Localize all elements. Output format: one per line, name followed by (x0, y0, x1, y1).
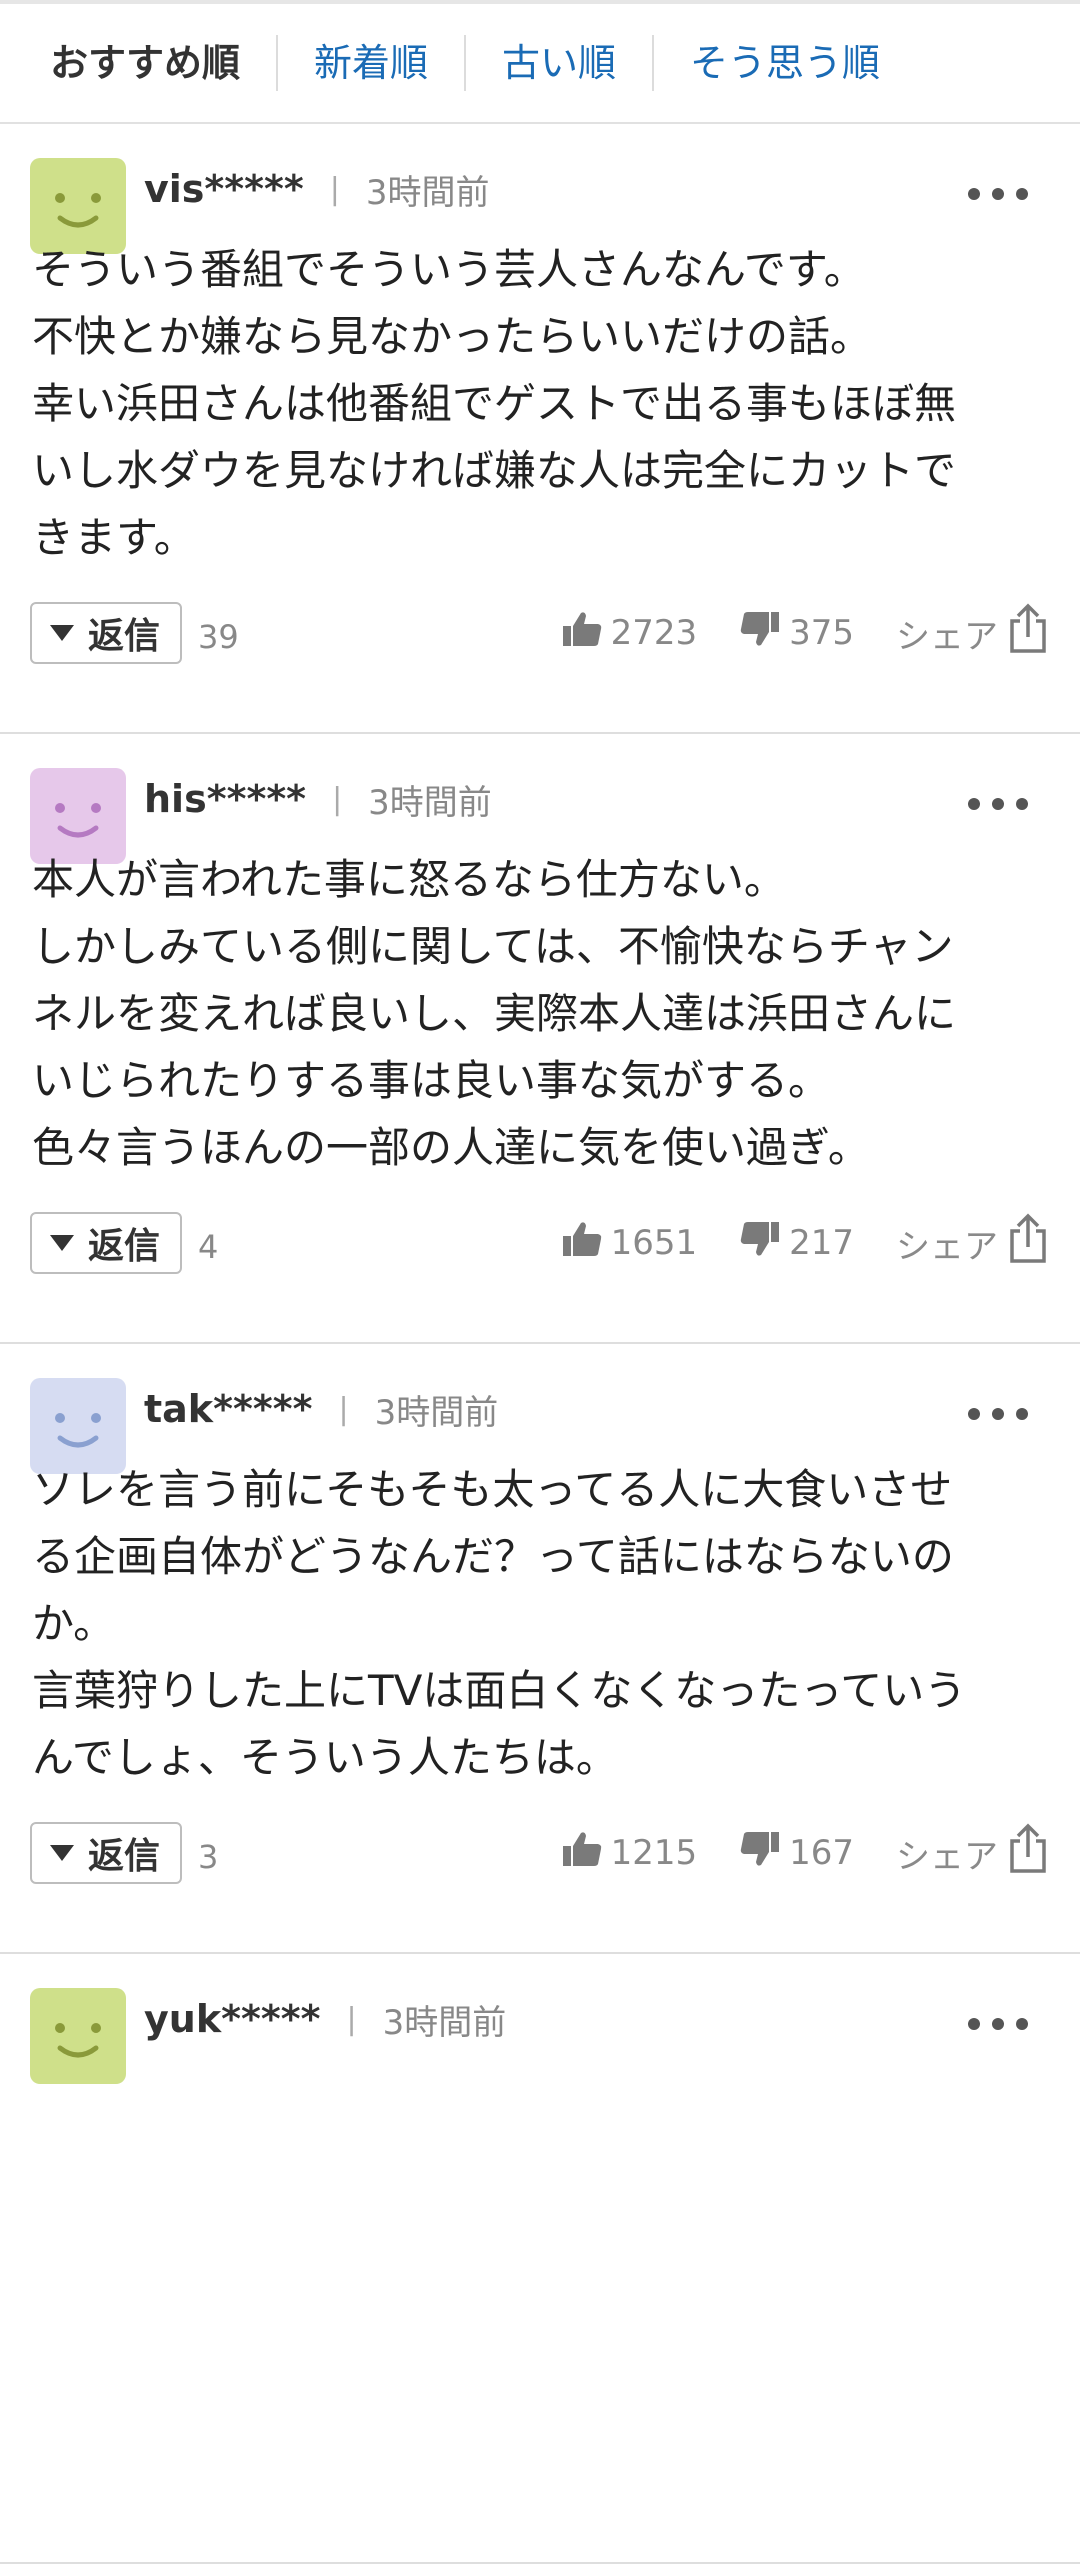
comment-text: 本人が言われた事に怒るなら仕方ない。しかしみている側に関しては、不愉快ならチャン… (32, 846, 1042, 1181)
share-label: シェア (896, 616, 998, 657)
comment-line: か。 (32, 1599, 116, 1648)
comment-line: 不快とか嫌なら見なかったらいいだけの話。 (32, 312, 873, 361)
share-icon (998, 1213, 1050, 1274)
like-button[interactable]: 2723 (561, 610, 698, 657)
dislike-button[interactable]: 217 (739, 1220, 854, 1267)
comment-header: tak***** | 3時間前 (144, 1384, 498, 1434)
share-button[interactable]: シェア (896, 603, 1050, 664)
reply-label: 返信 (88, 1226, 161, 1267)
like-count: 2723 (610, 613, 698, 653)
reply-button[interactable]: 返信 (30, 1822, 182, 1884)
comment-line: る企画自体がどうなんだ？って話にはならないの (32, 1532, 954, 1581)
comment-actions: 返信 3 1215 167 シェア (30, 1822, 1050, 1888)
more-options-icon[interactable] (966, 2010, 1030, 2038)
like-count: 1651 (610, 1223, 698, 1263)
reaction-group: 2723 375 シェア (561, 602, 1050, 664)
reaction-group: 1215 167 シェア (561, 1822, 1050, 1884)
reply-button[interactable]: 返信 (30, 602, 182, 664)
dislike-button[interactable]: 375 (739, 610, 854, 657)
comment-line: しかしみている側に関しては、不愉快ならチャン (32, 922, 954, 971)
dislike-count: 167 (789, 1833, 854, 1873)
timestamp: 3時間前 (374, 1392, 499, 1433)
caret-down-icon (50, 625, 74, 641)
share-button[interactable]: シェア (896, 1213, 1050, 1274)
thumbs-up-icon (561, 610, 611, 657)
sort-tab-agree[interactable]: そう思う順 (654, 35, 916, 91)
comment-actions: 返信 4 1651 217 シェア (30, 1212, 1050, 1278)
comment-line: きます。 (32, 513, 196, 562)
comment-item: vis***** | 3時間前そういう番組でそういう芸人さんなんです。 不快とか嫌なら… (0, 124, 1080, 734)
share-icon (998, 603, 1050, 664)
comment-item: tak***** | 3時間前ソレを言う前にそもそも太ってる人に大食いさせ る企画自体… (0, 1344, 1080, 1954)
sort-tab-oldest[interactable]: 古い順 (466, 35, 655, 91)
caret-down-icon (50, 1235, 74, 1251)
dislike-count: 375 (789, 613, 854, 653)
dislike-button[interactable]: 167 (739, 1830, 854, 1877)
header-divider: | (338, 1391, 349, 1427)
comment-line: んでしょ、そういう人たちは。 (32, 1733, 618, 1782)
comment-header: his***** | 3時間前 (144, 774, 492, 824)
thumbs-up-icon (561, 1220, 611, 1267)
comment-header: vis***** | 3時間前 (144, 164, 490, 214)
comment-item: yuk***** | 3時間前 (0, 1954, 1080, 2564)
reply-button[interactable]: 返信 (30, 1212, 182, 1274)
caret-down-icon (50, 1845, 74, 1861)
dislike-count: 217 (789, 1223, 854, 1263)
comment-list: vis***** | 3時間前 そういう番組でそういう芸人さんなんです。 不快とか嫌なら… (0, 124, 1080, 2564)
thumbs-down-icon (739, 1220, 789, 1267)
header-divider: | (332, 781, 343, 817)
comment-actions: 返信 39 2723 375 シェア (30, 602, 1050, 668)
sort-tab-recommended[interactable]: おすすめ順 (0, 35, 279, 91)
comment-line: ソレを言う前にそもそも太ってる人に大食いさせ (32, 1465, 953, 1514)
reaction-group: 1651 217 シェア (561, 1212, 1050, 1274)
more-options-icon[interactable] (966, 1400, 1030, 1428)
timestamp: 3時間前 (382, 2002, 507, 2043)
comment-line: そういう番組でそういう芸人さんなんです。 (32, 245, 866, 294)
header-divider: | (346, 2001, 357, 2037)
comment-line: 色々言うほんの一部の人達に気を使い過ぎ。 (32, 1123, 870, 1172)
reply-count: 3 (198, 1838, 219, 1876)
thumbs-up-icon (561, 1830, 611, 1877)
comment-line: 本人が言われた事に怒るなら仕方ない。 (32, 855, 786, 904)
share-button[interactable]: シェア (896, 1823, 1050, 1884)
more-options-icon[interactable] (966, 180, 1030, 208)
header-divider: | (329, 171, 340, 207)
comment-line: 言葉狩りした上にTVは面白くなくなったっていう (32, 1666, 967, 1715)
comment-item: his***** | 3時間前本人が言われた事に怒るなら仕方ない。しかしみている側に… (0, 734, 1080, 1344)
share-label: シェア (896, 1836, 998, 1877)
comment-line: 幸い浜田さんは他番組でゲストで出る事もほぼ無 (32, 379, 957, 428)
reply-label: 返信 (88, 616, 161, 657)
sort-tabs: おすすめ順 新着順 古い順 そう思う順 (0, 4, 1080, 124)
like-button[interactable]: 1215 (561, 1830, 698, 1877)
username[interactable]: vis***** (144, 167, 304, 211)
thumbs-down-icon (739, 610, 789, 657)
username[interactable]: tak***** (144, 1387, 312, 1431)
username[interactable]: yuk***** (144, 1997, 320, 2041)
comment-line: ネルを変えれば良いし、実際本人達は浜田さんに (32, 989, 957, 1038)
comment-text: そういう番組でそういう芸人さんなんです。 不快とか嫌なら見なかったらいいだけの話。… (32, 236, 1042, 571)
comment-line: いじられたりする事は良い事な気がする。 (32, 1056, 831, 1105)
more-options-icon[interactable] (966, 790, 1030, 818)
timestamp: 3時間前 (365, 172, 490, 213)
like-count: 1215 (610, 1833, 698, 1873)
username[interactable]: his***** (144, 777, 306, 821)
comment-text: ソレを言う前にそもそも太ってる人に大食いさせ る企画自体がどうなんだ？って話にはな… (32, 1456, 1042, 1791)
reply-count: 4 (198, 1228, 219, 1266)
timestamp: 3時間前 (368, 782, 492, 823)
comment-header: yuk***** | 3時間前 (144, 1994, 506, 2044)
reply-count: 39 (198, 618, 239, 656)
comment-line: いし水ダウを見なければ嫌な人は完全にカットで (32, 446, 957, 495)
thumbs-down-icon (739, 1830, 789, 1877)
reply-label: 返信 (88, 1836, 161, 1877)
share-label: シェア (896, 1226, 998, 1267)
sort-tab-newest[interactable]: 新着順 (278, 35, 467, 91)
avatar[interactable] (30, 1988, 126, 2084)
like-button[interactable]: 1651 (561, 1220, 698, 1267)
share-icon (998, 1823, 1050, 1884)
